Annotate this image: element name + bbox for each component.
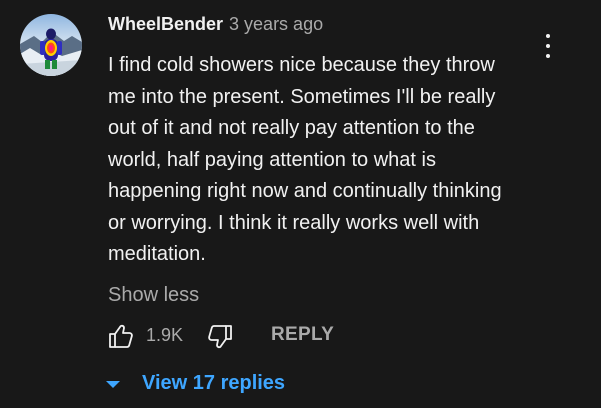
comment-actions: 1.9K REPLY <box>108 322 548 350</box>
comment-thread: WheelBender 3 years ago I find cold show… <box>0 0 601 408</box>
comment-timestamp[interactable]: 3 years ago <box>229 14 323 35</box>
caret-down-icon <box>106 380 120 388</box>
view-replies-button[interactable]: View 17 replies <box>106 370 285 396</box>
view-replies-label: View 17 replies <box>142 371 286 394</box>
comment-header: WheelBender 3 years ago <box>108 14 538 40</box>
reply-button[interactable]: REPLY <box>271 324 334 346</box>
comment-body: WheelBender 3 years ago I find cold show… <box>108 14 538 307</box>
thumbs-up-icon[interactable] <box>108 322 134 350</box>
more-vert-icon[interactable] <box>538 31 558 61</box>
author-name[interactable]: WheelBender <box>108 14 223 35</box>
show-less-button[interactable]: Show less <box>108 284 199 307</box>
thumbs-down-icon[interactable] <box>207 322 233 350</box>
user-avatar-icon[interactable] <box>20 14 82 76</box>
like-count: 1.9K <box>146 325 184 345</box>
comment-text: I find cold showers nice because they th… <box>108 54 502 265</box>
